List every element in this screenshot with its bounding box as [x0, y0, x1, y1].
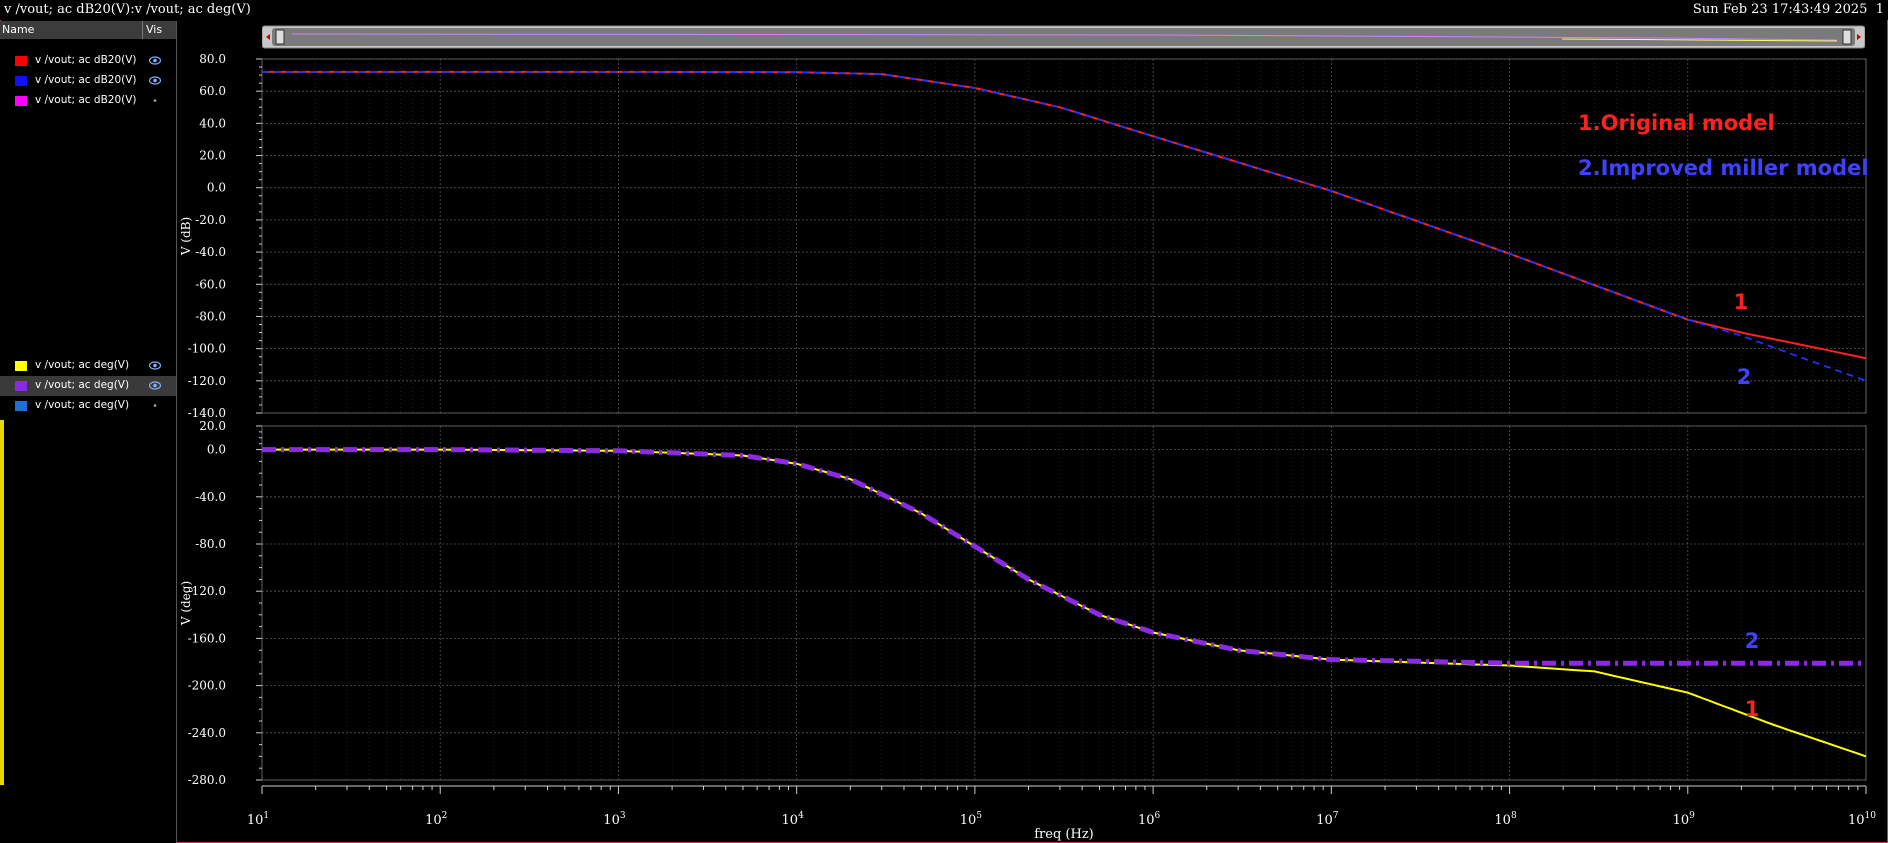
y-tick-label: 0.0 — [207, 443, 226, 457]
y-tick-label: 60.0 — [199, 84, 226, 98]
y-tick-label: -160.0 — [188, 631, 226, 645]
x-tick-label: 105 — [960, 811, 983, 828]
annotation-label: 1.Original model — [1578, 111, 1775, 135]
annotation-label: 1 — [1745, 697, 1760, 721]
x-tick-label: 108 — [1494, 811, 1517, 828]
x-tick-label: 102 — [425, 811, 447, 828]
y-axis-label: V (dB) — [179, 217, 193, 256]
y-tick-label: -80.0 — [195, 537, 226, 551]
y-tick-label: 0.0 — [207, 181, 226, 195]
y-tick-label: -100.0 — [188, 342, 226, 356]
annotation-label: 2 — [1745, 629, 1760, 653]
bode-chart: 80.060.040.020.00.0-20.0-40.0-60.0-80.0-… — [179, 52, 1876, 842]
phase-plot: 20.0 0.0 -40.0 -80.0 -120.0 -160.0 -200.0 -240.… — [179, 419, 1867, 787]
annotation-label: 2 — [1737, 365, 1752, 389]
x-tick-label: 1010 — [1848, 811, 1876, 828]
x-tick-label: 104 — [782, 811, 805, 828]
y-tick-label: -20.0 — [195, 213, 226, 227]
y-tick-label: 20.0 — [199, 149, 226, 163]
plot-area[interactable] — [261, 425, 1867, 781]
annotation-label: 1 — [1734, 290, 1749, 314]
y-tick-label: -80.0 — [195, 309, 226, 323]
y-tick-label: 20.0 — [199, 419, 226, 433]
x-tick-label: 107 — [1316, 811, 1339, 828]
x-tick-label: 106 — [1138, 811, 1161, 828]
annotation-label: 2.Improved miller model — [1578, 156, 1869, 180]
magnitude-plot: 80.0 60.0 40.0 20.0 0.0 -20.0 -40.0 -60.0 -80.0 -… — [179, 52, 1869, 420]
y-tick-label: -120.0 — [188, 584, 226, 598]
y-tick-label: -40.0 — [195, 245, 226, 259]
y-tick-label: 80.0 — [199, 52, 226, 66]
frequency-axis: 101 102 103 104 105 106 107 108 109 1010 freq (Hz) — [247, 785, 1876, 842]
y-tick-label: -200.0 — [188, 679, 226, 693]
x-axis-label: freq (Hz) — [1034, 827, 1094, 842]
y-tick-label: -280.0 — [188, 773, 226, 787]
y-tick-label: -60.0 — [195, 277, 226, 291]
y-tick-label: -240.0 — [188, 726, 226, 740]
y-tick-label: -40.0 — [195, 490, 226, 504]
y-tick-label: 40.0 — [199, 116, 226, 130]
x-tick-label: 101 — [247, 811, 269, 828]
y-axis-label: V (deg) — [179, 581, 193, 626]
y-tick-label: -120.0 — [188, 374, 226, 388]
x-tick-label: 103 — [603, 811, 626, 828]
x-tick-label: 109 — [1673, 811, 1696, 828]
y-tick-label: -140.0 — [188, 406, 226, 420]
